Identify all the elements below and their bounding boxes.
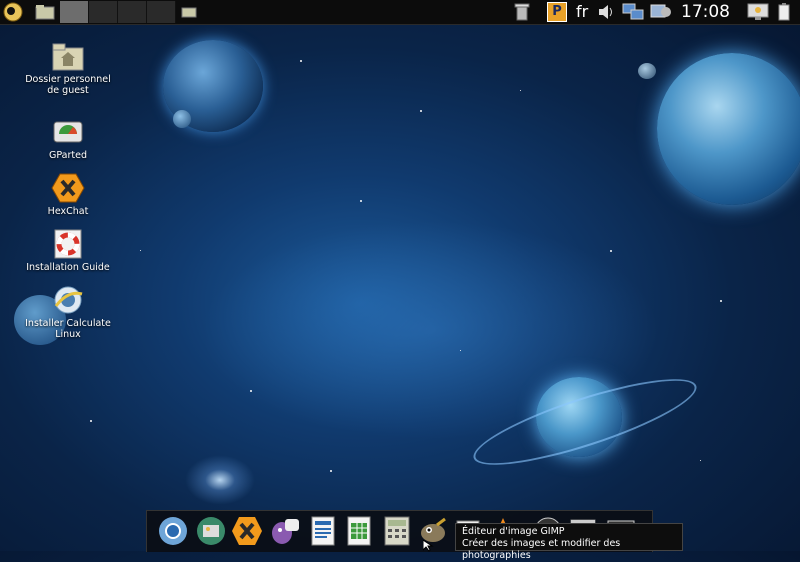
gparted-icon [53, 121, 83, 143]
planet-right [657, 53, 800, 205]
workspace-3[interactable] [118, 1, 147, 23]
calc-icon[interactable] [343, 515, 375, 547]
star [250, 390, 252, 392]
desktop-icon-label: Installation Guide [26, 262, 110, 273]
trash-button[interactable] [511, 0, 533, 24]
chromium-icon[interactable] [157, 515, 189, 547]
network-icon [622, 3, 644, 20]
star [420, 110, 422, 112]
desktop-icon-hexchat[interactable]: HexChat [18, 172, 118, 217]
nebula [200, 220, 660, 440]
menu-button[interactable] [1, 0, 25, 24]
desktop-icon-label: HexChat [47, 206, 89, 217]
battery-icon [778, 3, 790, 21]
star [610, 250, 612, 252]
star [300, 60, 302, 62]
star [90, 420, 92, 422]
star [700, 460, 701, 461]
folder-icon [35, 5, 55, 20]
calculator-icon[interactable] [381, 515, 413, 547]
star [720, 300, 722, 302]
top-panel: P fr 17:08 [0, 0, 800, 25]
workspace-2[interactable] [89, 1, 118, 23]
users-button[interactable] [648, 0, 674, 24]
users-icon [650, 4, 671, 18]
desktop-icon-installer[interactable]: Installer Calculate Linux [18, 284, 118, 340]
volume-icon [599, 5, 612, 19]
photos-icon[interactable] [195, 515, 227, 547]
star [460, 350, 461, 351]
star [330, 470, 332, 472]
tooltip-subtitle: Créer des images et modifier des photogr… [462, 538, 621, 561]
writer-icon[interactable] [307, 515, 339, 547]
home-folder-icon [52, 43, 84, 71]
clock[interactable]: 17:08 [681, 2, 730, 22]
taskbar-folder-button[interactable] [180, 0, 198, 24]
desktop-icon-home[interactable]: Dossier personnel de guest [18, 40, 118, 96]
parcellite-icon: P [547, 2, 567, 22]
pidgin-icon[interactable] [269, 515, 301, 547]
glow-flare [185, 455, 255, 505]
volume-button[interactable] [596, 0, 616, 24]
desktop-icon-installation-guide[interactable]: Installation Guide [18, 228, 118, 273]
moon-small-left [173, 110, 191, 128]
mouse-cursor-icon [423, 540, 434, 552]
hexchat-icon[interactable] [231, 515, 263, 547]
lifebuoy-icon [54, 229, 82, 259]
show-desktop-button[interactable] [33, 0, 57, 24]
hexchat-icon [51, 173, 85, 203]
trash-icon [514, 3, 530, 21]
network-button[interactable] [620, 0, 646, 24]
desktop-icon-gparted[interactable]: GParted [18, 116, 118, 161]
star [360, 200, 362, 202]
folder-icon [181, 7, 197, 18]
desktop-icon-label: Dossier personnel de guest [25, 74, 111, 96]
star [520, 90, 521, 91]
parcellite-label: P [552, 4, 562, 19]
wallpaper [0, 0, 800, 551]
desktop-icon-label: GParted [49, 150, 87, 161]
monitor-icon [747, 3, 769, 20]
desktop-icon-label: Installer Calculate Linux [25, 318, 111, 340]
workspace-4[interactable] [147, 1, 176, 23]
tooltip-title: Éditeur d'image GIMP [462, 526, 565, 537]
dock-tooltip: Éditeur d'image GIMP Créer des images et… [455, 523, 683, 561]
workspace-1[interactable] [60, 1, 89, 23]
distro-logo-icon [3, 2, 23, 22]
star [140, 250, 141, 251]
clipboard-button[interactable]: P [546, 0, 568, 24]
power-button[interactable] [772, 0, 796, 24]
screen-button[interactable] [745, 0, 771, 24]
keyboard-layout[interactable]: fr [576, 2, 588, 21]
moon-small-right [638, 63, 656, 79]
installer-icon [54, 286, 83, 314]
